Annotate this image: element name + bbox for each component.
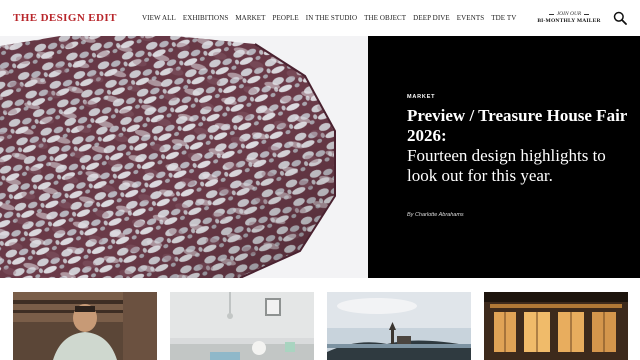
nav-item-tde-tv[interactable]: TDE TV	[491, 14, 516, 22]
hero-headline-regular: Fourteen design highlights to look out f…	[407, 146, 606, 185]
nav-item-people[interactable]: PEOPLE	[273, 14, 299, 22]
site-header: THE DESIGN EDIT VIEW ALL EXHIBITIONS MAR…	[0, 0, 640, 36]
article-card-4[interactable]	[484, 292, 628, 360]
hero-category-tag[interactable]: MARKET	[407, 94, 435, 100]
nav-item-in-the-studio[interactable]: IN THE STUDIO	[306, 14, 357, 22]
article-card-1[interactable]	[13, 292, 157, 360]
mailer-top-label: JOIN OUR	[556, 11, 582, 17]
nav-item-the-object[interactable]: THE OBJECT	[364, 14, 406, 22]
hero-text-panel[interactable]: MARKET Preview / Treasure House Fair 202…	[368, 36, 640, 278]
search-icon[interactable]	[613, 11, 627, 25]
main-nav: VIEW ALL EXHIBITIONS MARKET PEOPLE IN TH…	[142, 14, 523, 22]
mailer-bottom-label: BI-MONTHLY MAILER	[537, 18, 601, 24]
nav-item-exhibitions[interactable]: EXHIBITIONS	[183, 14, 228, 22]
nav-item-events[interactable]: EVENTS	[457, 14, 484, 22]
mailer-signup-link[interactable]: JOIN OUR BI-MONTHLY MAILER	[534, 11, 604, 24]
nav-item-deep-dive[interactable]: DEEP DIVE	[413, 14, 450, 22]
nav-item-view-all[interactable]: VIEW ALL	[142, 14, 176, 22]
dash-right	[584, 13, 590, 15]
dash-left	[548, 13, 554, 15]
hero-headline-bold: Preview / Treasure House Fair 2026:	[407, 106, 628, 145]
hero-byline: By Charlotte Abrahams	[407, 212, 464, 218]
hero-headline[interactable]: Preview / Treasure House Fair 2026: Four…	[407, 106, 632, 186]
nav-item-market[interactable]: MARKET	[235, 14, 265, 22]
hero-image[interactable]	[0, 36, 368, 278]
article-card-2[interactable]	[170, 292, 314, 360]
mailer-top-line: JOIN OUR	[534, 11, 604, 17]
site-logo[interactable]: THE DESIGN EDIT	[13, 12, 117, 24]
article-card-3[interactable]	[327, 292, 471, 360]
